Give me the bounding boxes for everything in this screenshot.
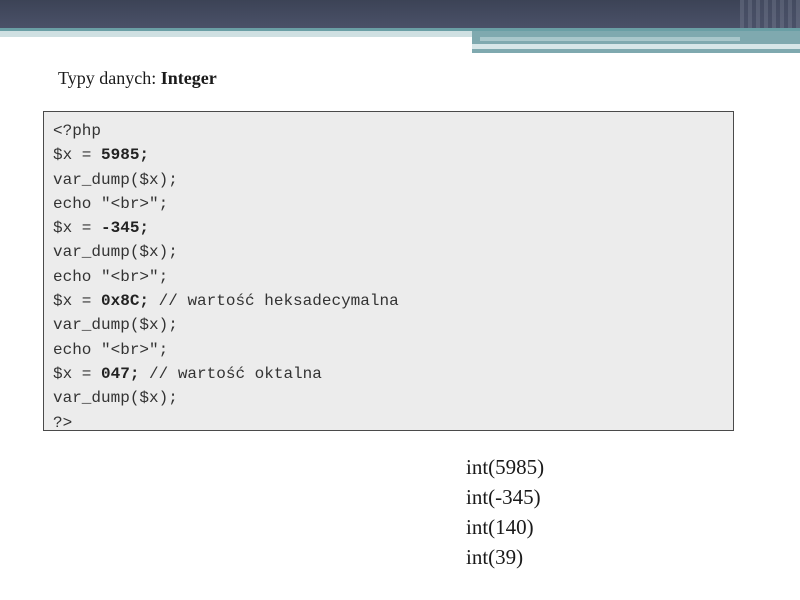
code-value: 0x8C; <box>101 292 150 311</box>
output-line: int(140) <box>466 515 534 539</box>
output-line: int(39) <box>466 545 524 569</box>
code-text: <?php <box>53 122 102 140</box>
code-line: ?> <box>53 411 733 435</box>
code-text: $x = <box>53 292 102 311</box>
title-keyword: Integer <box>160 68 217 88</box>
code-text: var_dump($x); <box>53 316 178 335</box>
header-right-block <box>472 31 800 53</box>
code-text: var_dump($x); <box>53 170 178 189</box>
output-line: int(5985) <box>466 455 545 479</box>
code-text: $x = <box>53 146 102 165</box>
code-text: $x = <box>53 219 102 238</box>
code-line: $x = 5985; <box>53 143 733 167</box>
code-text: echo "<br>"; <box>53 340 169 359</box>
header-stripes <box>740 0 800 28</box>
code-line: var_dump($x); <box>53 386 733 410</box>
code-block: <?php $x = 5985; var_dump($x); echo "<br… <box>43 111 734 432</box>
code-line: var_dump($x); <box>53 240 733 264</box>
code-value: -345; <box>101 219 150 238</box>
code-text: echo "<br>"; <box>53 267 169 286</box>
code-line: echo "<br>"; <box>53 338 733 362</box>
code-line: echo "<br>"; <box>53 265 733 289</box>
slide-title: Typy danych: Integer <box>58 68 217 89</box>
output-block: int(5985) int(-345) int(140) int(39) <box>466 452 544 572</box>
code-line: $x = -345; <box>53 216 733 240</box>
code-line: $x = 0x8C; // wartość heksadecymalna <box>53 289 733 313</box>
code-text: echo "<br>"; <box>53 194 169 213</box>
header-right-light <box>472 44 800 49</box>
code-text: var_dump($x); <box>53 243 178 262</box>
code-line: var_dump($x); <box>53 168 733 192</box>
code-text: ?> <box>53 413 73 432</box>
code-text: var_dump($x); <box>53 389 178 408</box>
code-line: var_dump($x); <box>53 313 733 337</box>
code-line: echo "<br>"; <box>53 192 733 216</box>
code-line: <?php <box>53 119 733 143</box>
output-line: int(-345) <box>466 485 541 509</box>
code-value: 047; <box>101 364 140 383</box>
header-right-inner <box>480 37 740 41</box>
code-text: $x = <box>53 364 102 383</box>
code-comment: // wartość heksadecymalna <box>149 292 399 311</box>
slide: Typy danych: Integer <?php $x = 5985; va… <box>0 0 800 600</box>
header-bar <box>0 0 800 28</box>
code-line: $x = 047; // wartość oktalna <box>53 362 733 386</box>
title-prefix: Typy danych: <box>58 68 161 88</box>
code-value: 5985; <box>101 146 150 165</box>
code-comment: // wartość oktalna <box>139 364 322 383</box>
